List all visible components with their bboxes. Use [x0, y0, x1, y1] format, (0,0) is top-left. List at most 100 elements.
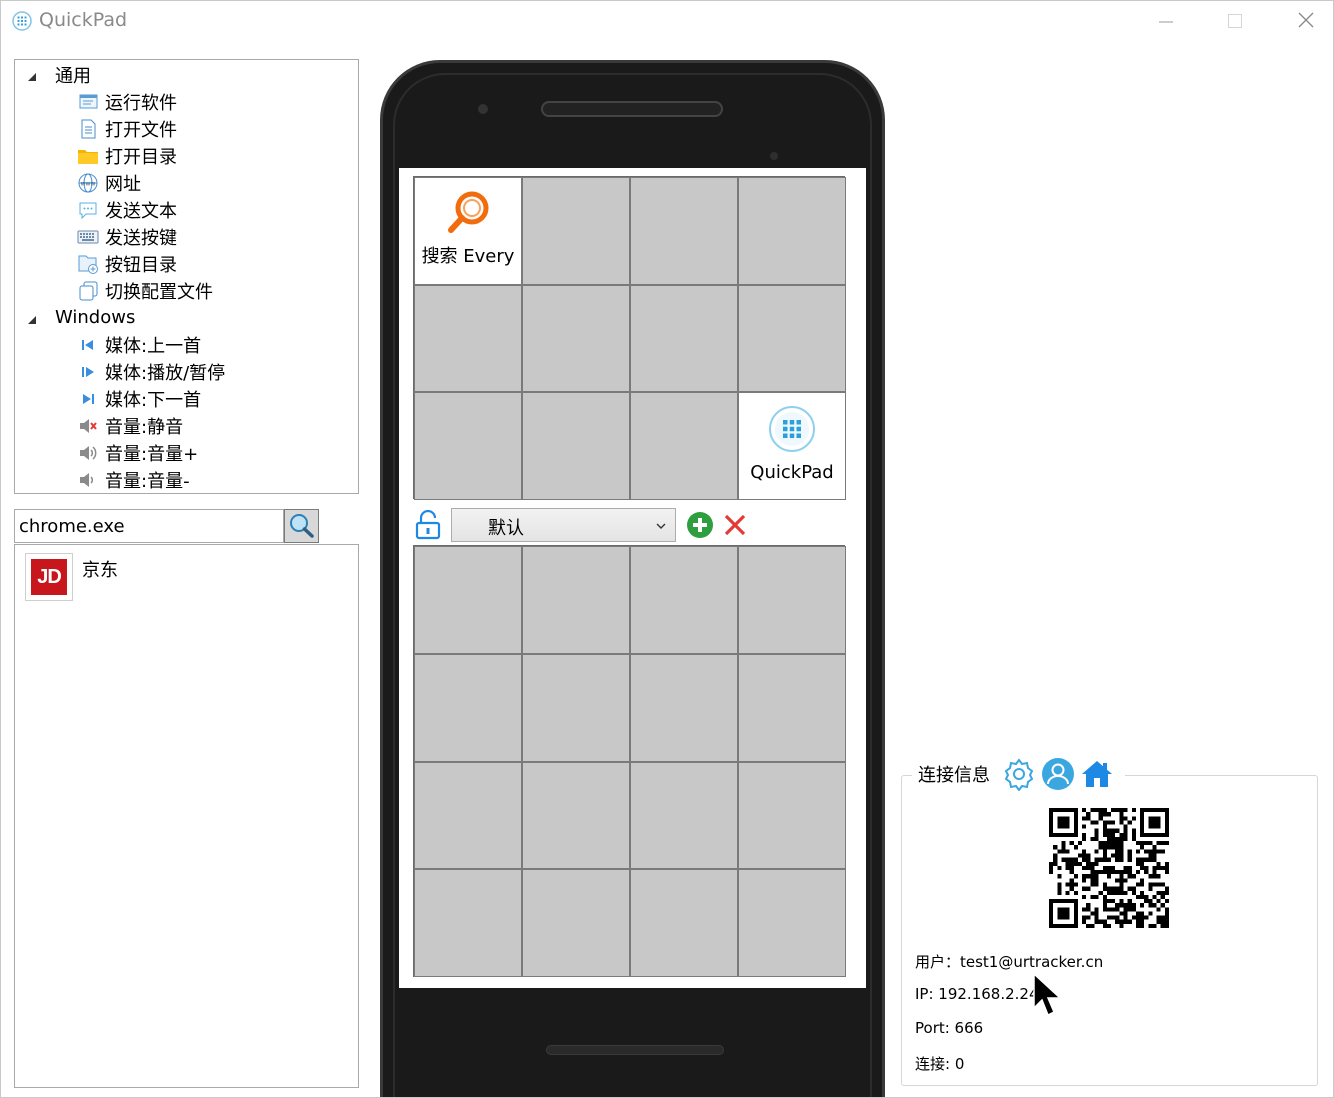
mouse-cursor-icon [1033, 972, 1062, 1017]
tree-item[interactable]: 媒体:播放/暂停 [77, 358, 225, 385]
window-title: QuickPad [39, 9, 128, 31]
grid-slot-empty[interactable] [414, 284, 522, 393]
tree-item-label: 媒体:上一首 [105, 335, 202, 357]
close-button[interactable] [1292, 8, 1320, 34]
grid-slot-empty[interactable] [522, 869, 630, 977]
keyboard-icon [77, 226, 99, 248]
tree-item[interactable]: 切换配置文件 [77, 277, 213, 304]
grid-slot-empty[interactable] [630, 177, 738, 285]
mute-icon [77, 415, 99, 437]
grid-slot-empty[interactable] [414, 546, 522, 654]
list-item[interactable]: JD 京东 [25, 551, 325, 603]
document-icon [77, 118, 99, 140]
search-input[interactable]: chrome.exe [14, 509, 284, 543]
grid-button[interactable]: QuickPad [738, 392, 846, 500]
grid-slot-empty[interactable] [522, 177, 630, 285]
search-magnifier-icon [448, 191, 489, 233]
grid-slot-empty[interactable] [738, 546, 846, 654]
next-track-icon [77, 388, 99, 410]
minimize-button[interactable] [1152, 8, 1180, 34]
tree-item-label: 切换配置文件 [105, 281, 213, 303]
previous-track-icon [77, 334, 99, 356]
grid-slot-empty[interactable] [738, 869, 846, 977]
grid-slot-empty[interactable] [630, 761, 738, 870]
globe-icon: www [77, 172, 99, 194]
tree-item[interactable]: 按钮目录 [77, 250, 177, 277]
tree-item[interactable]: 运行软件 [77, 88, 177, 115]
grid-button-label: QuickPad [750, 461, 834, 483]
user-icon[interactable] [1041, 757, 1075, 791]
grid-slot-empty[interactable] [738, 761, 846, 870]
tree-item[interactable]: 发送文本 [77, 196, 177, 223]
grid-slot-empty[interactable] [630, 392, 738, 500]
grid-slot-empty[interactable] [414, 392, 522, 500]
add-profile-button[interactable] [686, 511, 714, 539]
tree-item-label: 媒体:下一首 [105, 389, 202, 411]
grid-slot-empty[interactable] [522, 284, 630, 393]
quickpad-logo-icon [769, 406, 815, 453]
grid-slot-empty[interactable] [738, 653, 846, 762]
grid-slot-empty[interactable] [738, 284, 846, 393]
grid-slot-empty[interactable] [738, 177, 846, 285]
profile-select-value: 默认 [488, 518, 524, 539]
search-button[interactable] [284, 509, 319, 543]
grid-slot-empty[interactable] [414, 761, 522, 870]
ip-text: IP: 192.168.2.248 [915, 985, 1049, 1003]
connection-info-header: 连接信息 [912, 756, 1125, 792]
grid-slot-empty[interactable] [630, 546, 738, 654]
tree-item-label: 网址 [105, 173, 141, 195]
result-label: 京东 [82, 560, 118, 581]
phone-home-bar [546, 1045, 724, 1055]
folder-icon [77, 145, 99, 167]
grid-slot-empty[interactable] [522, 546, 630, 654]
search-results-list[interactable]: JD 京东 [14, 544, 359, 1088]
home-icon[interactable] [1080, 757, 1114, 791]
grid-slot-empty[interactable] [630, 869, 738, 977]
search-icon [290, 514, 314, 538]
grid-button[interactable]: 搜索 Every [414, 177, 522, 285]
grid-slot-empty[interactable] [522, 653, 630, 762]
tree-item[interactable]: www 网址 [77, 169, 141, 196]
action-tree[interactable]: 通用 运行软件打开文件打开目录 www 网址 发送文本 发送按键 按钮目录切换配置文件 Win… [14, 59, 359, 494]
grid-slot-empty[interactable] [522, 761, 630, 870]
gear-icon[interactable] [1002, 757, 1036, 791]
tree-item-label: 媒体:播放/暂停 [105, 362, 226, 384]
volume-down-icon [77, 469, 99, 491]
profile-select[interactable]: 默认 [451, 508, 676, 542]
expand-arrow-icon[interactable] [25, 311, 39, 325]
tree-item[interactable]: 音量:音量+ [77, 439, 198, 466]
tree-item-label: 打开目录 [105, 146, 177, 168]
tree-item-label: 打开文件 [105, 119, 177, 141]
grid-slot-empty[interactable] [630, 653, 738, 762]
jd-logo-icon: JD [25, 553, 73, 601]
copy-icon [77, 280, 99, 302]
grid-slot-empty[interactable] [630, 284, 738, 393]
grid-slot-empty[interactable] [414, 869, 522, 977]
unlock-icon[interactable] [415, 510, 441, 540]
tree-item[interactable]: 媒体:下一首 [77, 385, 201, 412]
button-grid-top: 搜索 Every QuickPad [413, 176, 846, 500]
phone-speaker [541, 101, 723, 117]
tree-item[interactable]: 打开文件 [77, 115, 177, 142]
chevron-down-icon [656, 523, 666, 529]
tree-item[interactable]: 音量:音量- [77, 466, 190, 493]
tree-item[interactable]: 打开目录 [77, 142, 177, 169]
tree-item-label: 音量:静音 [105, 416, 184, 438]
connection-info-title: 连接信息 [918, 765, 990, 786]
tree-item[interactable]: 媒体:上一首 [77, 331, 201, 358]
tree-group-label: 通用 [55, 65, 91, 87]
phone-sensor [770, 152, 778, 160]
volume-up-icon [77, 442, 99, 464]
delete-profile-button[interactable] [723, 513, 747, 537]
quickpad-app-icon [12, 11, 32, 31]
expand-arrow-icon[interactable] [25, 68, 39, 82]
tree-group-1[interactable]: Windows [25, 304, 135, 331]
grid-slot-empty[interactable] [522, 392, 630, 500]
tree-group-0[interactable]: 通用 [25, 61, 91, 88]
tree-item[interactable]: 音量:静音 [77, 412, 183, 439]
search-input-value: chrome.exe [19, 515, 125, 537]
connection-count-text: 连接: 0 [915, 1055, 965, 1073]
tree-item[interactable]: 发送按键 [77, 223, 177, 250]
grid-slot-empty[interactable] [414, 653, 522, 762]
maximize-button[interactable] [1221, 8, 1249, 34]
